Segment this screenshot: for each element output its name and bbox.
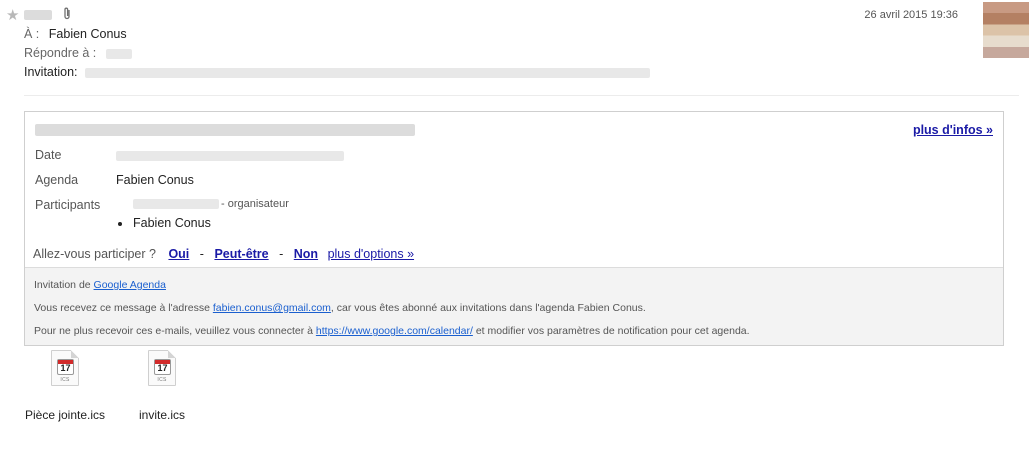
invitation-card: plus d'infos » Date Agenda Fabien Conus … bbox=[24, 111, 1004, 346]
rsvp-maybe-link[interactable]: Peut-être bbox=[214, 247, 268, 261]
more-options-link[interactable]: plus d'options » bbox=[328, 247, 414, 261]
attachment-name[interactable]: Pièce jointe.ics bbox=[20, 408, 110, 422]
subject-redacted bbox=[85, 67, 650, 78]
organizer-suffix: - organisateur bbox=[221, 198, 289, 210]
attachment-item[interactable]: 17 ICS invite.ics bbox=[117, 350, 207, 422]
date-label: Date bbox=[35, 148, 62, 162]
participant-item: Fabien Conus bbox=[118, 216, 211, 230]
invitation-footer: Invitation de Google Agenda Vous recevez… bbox=[25, 267, 1003, 345]
calendar-day: 17 bbox=[157, 363, 168, 373]
agenda-value: Fabien Conus bbox=[116, 173, 194, 187]
rsvp-row: Allez-vous participer ? Oui - Peut-être … bbox=[33, 247, 414, 261]
rsvp-separator: - bbox=[199, 247, 204, 261]
rsvp-question: Allez-vous participer ? bbox=[33, 247, 156, 261]
google-agenda-link[interactable]: Google Agenda bbox=[94, 279, 166, 291]
paperclip-icon bbox=[62, 7, 72, 23]
file-extension: ICS bbox=[60, 377, 70, 383]
footer-line2-suffix: , car vous êtes abonné aux invitations d… bbox=[330, 302, 646, 314]
subject-label: Invitation: bbox=[24, 65, 78, 79]
calendar-icon: 17 bbox=[57, 359, 74, 375]
footer-line2-prefix: Vous recevez ce message à l'adresse bbox=[34, 302, 210, 314]
file-extension: ICS bbox=[157, 377, 167, 383]
rsvp-no-link[interactable]: Non bbox=[294, 247, 318, 261]
agenda-label: Agenda bbox=[35, 173, 79, 187]
reply-to-label: Répondre à : bbox=[24, 46, 97, 60]
bullet-icon bbox=[118, 221, 122, 226]
attachment-name[interactable]: invite.ics bbox=[117, 408, 207, 422]
attachment-item[interactable]: 17 ICS Pièce jointe.ics bbox=[20, 350, 110, 422]
footer-line3-suffix: et modifier vos paramètres de notificati… bbox=[475, 325, 750, 337]
to-value[interactable]: Fabien Conus bbox=[49, 27, 127, 41]
participants-label: Participants bbox=[35, 198, 101, 212]
reply-to-row: Répondre à : bbox=[24, 46, 132, 60]
participant-name: Fabien Conus bbox=[133, 216, 211, 230]
calendar-icon: 17 bbox=[154, 359, 171, 375]
rsvp-yes-link[interactable]: Oui bbox=[168, 247, 189, 261]
footer-line3-prefix: Pour ne plus recevoir ces e-mails, veuil… bbox=[34, 325, 313, 337]
sender-name-redacted bbox=[24, 10, 52, 20]
rsvp-separator: - bbox=[279, 247, 284, 261]
message-header: ★ 26 avril 2015 19:36 À : Fabien Conus R… bbox=[0, 0, 1029, 96]
to-row: À : Fabien Conus bbox=[24, 27, 127, 41]
ics-file-icon: 17 ICS bbox=[51, 350, 79, 386]
ics-file-icon: 17 ICS bbox=[148, 350, 176, 386]
calendar-day: 17 bbox=[60, 363, 71, 373]
star-icon[interactable]: ★ bbox=[6, 6, 19, 24]
footer-line-unsubscribe: Pour ne plus recevoir ces e-mails, veuil… bbox=[34, 325, 750, 337]
calendar-settings-link[interactable]: https://www.google.com/calendar/ bbox=[316, 325, 473, 337]
reply-to-redacted bbox=[105, 48, 132, 59]
event-title-redacted bbox=[35, 124, 415, 136]
footer-line-email: Vous recevez ce message à l'adresse fabi… bbox=[34, 302, 646, 314]
email-link[interactable]: fabien.conus@gmail.com bbox=[213, 302, 331, 314]
subject-row: Invitation: bbox=[24, 65, 650, 79]
date-value-redacted bbox=[116, 148, 344, 162]
organizer: - organisateur bbox=[133, 198, 289, 210]
message-date: 26 avril 2015 19:36 bbox=[864, 9, 958, 21]
footer-line-source: Invitation de Google Agenda bbox=[34, 279, 166, 291]
more-info-link[interactable]: plus d'infos » bbox=[913, 123, 993, 137]
to-label: À : bbox=[24, 27, 40, 41]
sender-avatar bbox=[983, 2, 1029, 58]
footer-line1-prefix: Invitation de bbox=[34, 279, 91, 291]
header-divider bbox=[24, 95, 1019, 96]
